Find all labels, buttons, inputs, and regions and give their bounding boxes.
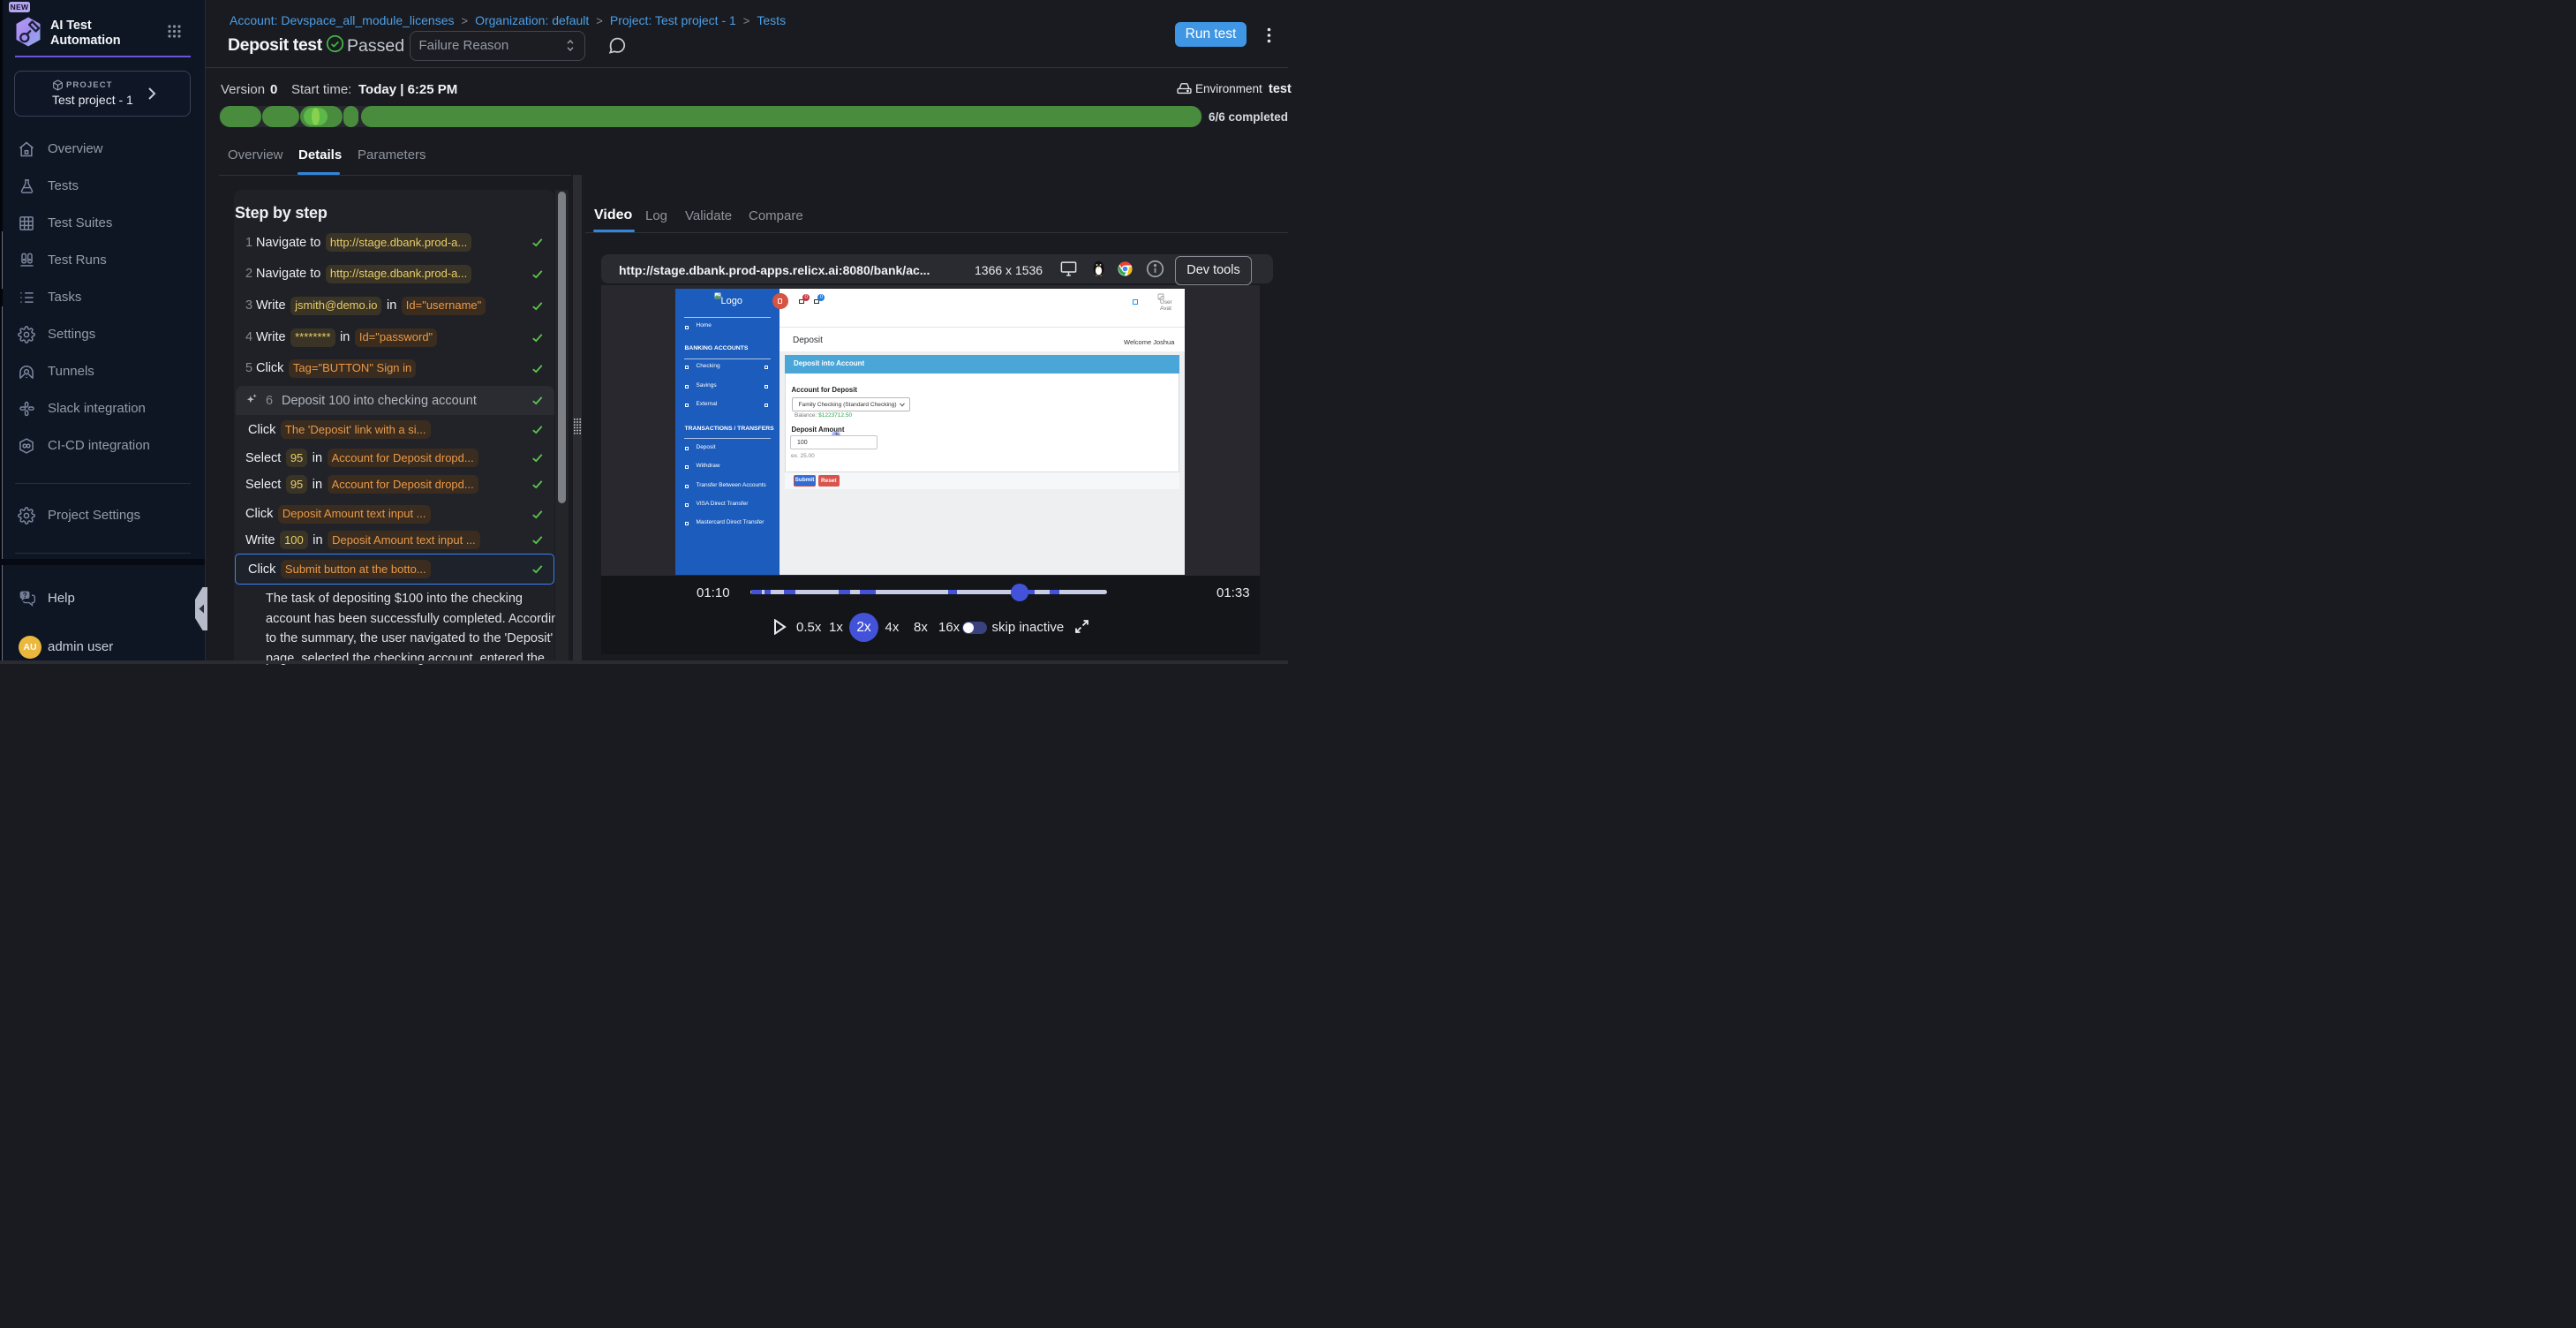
svg-text:?: ?	[23, 592, 27, 600]
